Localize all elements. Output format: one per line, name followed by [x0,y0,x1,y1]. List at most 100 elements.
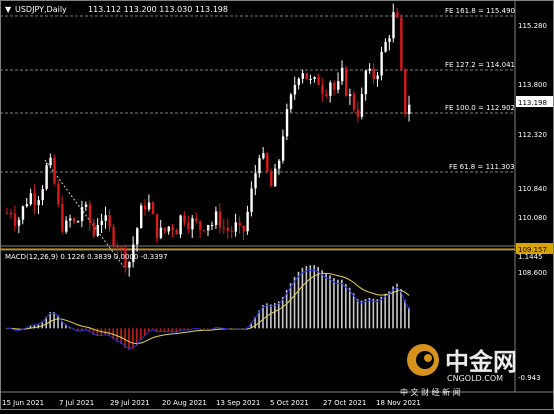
candle-body [285,109,289,137]
logo-circle-dot [424,354,432,362]
candle-body [293,84,297,95]
time-label: 7 Jul 2021 [59,399,94,407]
macd-bar [400,288,402,329]
macd-bar [352,293,355,329]
candle-body [360,94,364,117]
price-tick: 110.840 [518,185,547,193]
triangle-down-icon[interactable]: ▼ [5,5,12,14]
candle-body [9,213,13,215]
time-label: 5 Oct 2021 [270,399,309,407]
candle-body [352,94,356,110]
trading-chart[interactable]: ▼ USDJPY,Daily 113.112 113.200 113.030 1… [0,0,554,410]
trend-line[interactable] [44,159,125,268]
candle-body [136,228,139,245]
candle-body [242,225,245,232]
macd-bar [297,271,300,329]
candle-body [6,212,9,214]
candle-body [234,222,238,232]
candle-body [230,230,234,232]
macd-bar [360,300,363,329]
candle-body [289,94,293,110]
macd-bar [384,293,386,329]
macd-bar [132,328,134,350]
price-tick: 115.280 [518,22,547,30]
macd-bar [356,298,359,329]
candle-body [84,204,88,208]
macd-bar [321,270,323,329]
price-axis: 115.280 113.800 112.320 110.840 110.080 … [518,22,547,277]
candle-body [155,214,159,238]
macd-bar [388,291,390,329]
macd-bar [293,276,296,329]
macd-bar [301,267,304,329]
candle-body [92,222,96,236]
logo-url-text: CNGOLD.COM [447,374,503,383]
candle-body [210,225,214,227]
candle-body [96,225,100,236]
macd-histogram [6,265,410,351]
macd-bar [348,287,351,329]
fib-label-100: FE 100.0 = 112.902 [445,104,515,112]
candle-body [262,153,265,159]
candle-body [404,68,407,115]
price-tick: 110.080 [518,214,547,222]
price-tick: 112.320 [518,131,547,139]
candle-body [305,73,308,80]
macd-bar [372,298,375,329]
candle-body [76,221,80,223]
price-tick: 113.800 [518,81,547,89]
macd-bar [285,290,288,329]
macd-bar [337,279,339,329]
candle-body [408,104,411,115]
candle-body [301,73,305,79]
candle-body [321,84,324,95]
candle-body [17,219,21,226]
candle-body [147,202,151,210]
current-price-label: 113.198 [518,99,547,107]
macd-label: MACD(12,26,9) 0.1226 0.3839 0.0000 -0.33… [5,253,168,261]
candle-body [80,207,84,222]
macd-signal-line [7,272,410,345]
macd-bar [329,275,331,329]
candle-body [317,77,320,85]
candle-body [33,193,36,206]
candle-body [25,204,29,207]
macd-bar [305,265,308,329]
candle-body [250,188,253,212]
macd-bar [270,304,272,329]
symbol-label: USDJPY,Daily [15,5,67,14]
candle-body [254,173,257,189]
macd-bar [368,297,371,329]
candle-body [183,215,186,223]
candle-body [222,227,226,229]
candle-body [400,17,403,69]
logo-subtitle-text: 中 文 财 经 新 闻 [400,387,461,397]
candle-body [372,68,375,80]
candle-body [73,218,76,223]
candle-body [258,158,261,174]
candle-body [226,227,230,231]
candle-body [175,230,178,235]
candle-body [108,215,111,227]
candle-body [143,205,147,210]
candle-body [128,261,131,268]
candle-body [337,81,340,90]
candle-body [376,75,379,80]
candle-body [380,51,383,76]
time-label: 29 Jul 2021 [110,399,150,407]
logo-brand-text: 中金网 [445,348,517,376]
candle-body [297,78,301,85]
macd-bar [408,307,410,329]
candle-body [388,38,391,42]
candle-body [203,230,206,232]
fib-label-127-2: FE 127.2 = 114.041 [445,61,515,69]
candle-body [309,78,312,80]
macd-axis-bottom: -0.943 [518,374,541,382]
candle-body [140,205,143,229]
candle-body [104,215,107,221]
candle-body [116,246,119,248]
macd-main-line [6,269,410,349]
candle-body [57,183,60,205]
candle-body [281,136,285,161]
candle-body [270,171,273,187]
